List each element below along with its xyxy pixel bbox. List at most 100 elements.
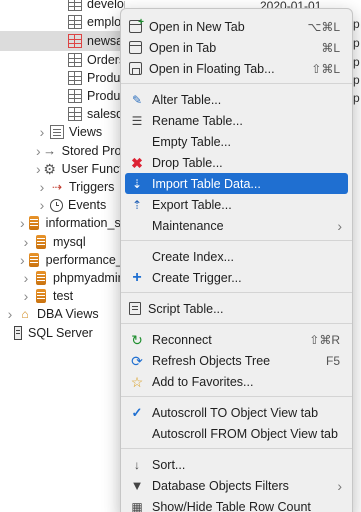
- menu-item-autoscroll-from-object-view-tab[interactable]: Autoscroll FROM Object View tab: [125, 423, 348, 444]
- menu-item-reconnect[interactable]: ↻ Reconnect ⇧⌘R: [125, 329, 348, 350]
- tree-item[interactable]: Product: [0, 68, 125, 88]
- chevron-right-icon[interactable]: ›: [20, 286, 32, 306]
- menu-item-import-table-data[interactable]: ⇣ Import Table Data...: [125, 173, 348, 194]
- rename-table-icon: ☰: [131, 113, 143, 128]
- tree-item[interactable]: SQL Server: [0, 323, 125, 343]
- submenu-chevron-icon: ›: [337, 217, 342, 234]
- chevron-right-icon[interactable]: ›: [20, 232, 32, 252]
- menu-item-sort[interactable]: ↓ Sort...: [125, 454, 348, 475]
- menu-item-open-in-floating-tab[interactable]: Open in Floating Tab... ⇧⌘L: [125, 58, 348, 79]
- clock-icon: [50, 198, 63, 212]
- chevron-right-icon[interactable]: ›: [20, 268, 32, 288]
- chevron-right-icon[interactable]: ›: [36, 177, 48, 197]
- tree-item[interactable]: › Views: [0, 122, 125, 142]
- tree-item[interactable]: salesda: [0, 104, 125, 124]
- menu-item-open-in-tab[interactable]: Open in Tab ⌘L: [125, 37, 348, 58]
- tree-item[interactable]: › information_sc: [0, 213, 125, 233]
- menu-item-label: Import Table Data...: [152, 176, 261, 191]
- tab-icon: [129, 41, 142, 54]
- database-icon: [28, 253, 39, 267]
- menu-item-empty-table[interactable]: Empty Table...: [125, 131, 348, 152]
- chevron-right-icon[interactable]: ›: [20, 250, 25, 270]
- chevron-right-icon[interactable]: ›: [20, 213, 25, 233]
- menu-item-rename-table[interactable]: ☰ Rename Table...: [125, 110, 348, 131]
- grid-cell: p: [353, 73, 360, 87]
- tree-item[interactable]: employe: [0, 12, 125, 32]
- table-icon: [68, 71, 82, 85]
- menu-item-label: Autoscroll TO Object View tab: [152, 405, 319, 420]
- table-icon: [68, 15, 82, 29]
- tree-item[interactable]: Product: [0, 86, 125, 106]
- table-icon: [68, 89, 82, 103]
- tree-item-label: SQL Server: [28, 326, 93, 340]
- menu-shortcut: F5: [325, 353, 340, 368]
- menu-item-label: Drop Table...: [152, 155, 223, 170]
- tree-item[interactable]: › mysql: [0, 232, 125, 252]
- import-icon: ⇣: [131, 176, 143, 191]
- menu-item-refresh-objects-tree[interactable]: ⟳ Refresh Objects Tree F5: [125, 350, 348, 371]
- tree-item[interactable]: Orders: [0, 50, 125, 70]
- menu-separator: [121, 83, 352, 84]
- row-count-icon: ▦: [131, 499, 143, 512]
- database-icon: [36, 271, 46, 285]
- tree-item[interactable]: › test: [0, 286, 125, 306]
- menu-separator: [121, 323, 352, 324]
- menu-item-label: Show/Hide Table Row Count: [152, 499, 311, 512]
- tree-item-label: Triggers: [69, 180, 115, 194]
- tree-item[interactable]: › performance_s: [0, 250, 125, 270]
- menu-item-export-table[interactable]: ⇡ Export Table...: [125, 194, 348, 215]
- chevron-right-icon[interactable]: ›: [4, 304, 16, 324]
- menu-item-add-to-favorites[interactable]: ☆ Add to Favorites...: [125, 371, 348, 392]
- tree-item[interactable]: › → Stored Proc: [0, 141, 125, 161]
- menu-item-drop-table[interactable]: ✖ Drop Table...: [125, 152, 348, 173]
- tree-item-label: mysql: [53, 235, 86, 249]
- refresh-icon: ⟳: [131, 352, 143, 369]
- drop-x-icon: ✖: [131, 154, 143, 171]
- checkmark-icon: ✓: [131, 404, 143, 420]
- menu-item-label: Open in New Tab: [149, 19, 245, 34]
- chevron-right-icon[interactable]: ›: [36, 159, 41, 179]
- tree-item-label: test: [53, 289, 74, 303]
- export-icon: ⇡: [131, 197, 143, 212]
- menu-separator: [121, 448, 352, 449]
- menu-item-autoscroll-to-object-view-tab[interactable]: ✓ Autoscroll TO Object View tab: [125, 402, 348, 423]
- menu-item-script-table[interactable]: Script Table...: [125, 298, 348, 319]
- tree-item[interactable]: newsale: [0, 31, 125, 51]
- grid-cell: p: [353, 55, 360, 69]
- menu-item-label: Empty Table...: [152, 134, 231, 149]
- submenu-chevron-icon: ›: [337, 477, 342, 494]
- menu-item-database-objects-filters[interactable]: ▼ Database Objects Filters ›: [125, 475, 348, 496]
- menu-item-label: Create Trigger...: [152, 270, 242, 285]
- tree-item-label: Stored Proc: [61, 144, 125, 158]
- menu-item-maintenance[interactable]: Maintenance ›: [125, 215, 348, 236]
- tree-item[interactable]: › ⚙ User Functi: [0, 159, 125, 179]
- menu-item-alter-table[interactable]: ✎ Alter Table...: [125, 89, 348, 110]
- function-gear-icon: ⚙: [43, 161, 56, 177]
- menu-item-label: Sort...: [152, 457, 186, 472]
- menu-item-label: Autoscroll FROM Object View tab: [152, 426, 338, 441]
- tree-item[interactable]: › ⇢ Triggers: [0, 177, 125, 197]
- tree-item[interactable]: › ⌂ DBA Views: [0, 304, 125, 324]
- menu-item-create-trigger[interactable]: + Create Trigger...: [125, 267, 348, 288]
- chevron-right-icon[interactable]: ›: [36, 195, 48, 215]
- menu-shortcut: ⇧⌘R: [309, 332, 340, 347]
- menu-item-label: Maintenance: [152, 218, 224, 233]
- menu-item-label: Open in Tab: [149, 40, 217, 55]
- grid-cell: p: [353, 36, 360, 50]
- menu-item-label: Database Objects Filters: [152, 478, 289, 493]
- chevron-right-icon[interactable]: ›: [36, 141, 41, 161]
- menu-shortcut: ⇧⌘L: [311, 61, 340, 76]
- menu-item-show-hide-table-row-count[interactable]: ▦ Show/Hide Table Row Count: [125, 496, 348, 512]
- menu-item-label: Add to Favorites...: [152, 374, 254, 389]
- tree-item-label: developers: [87, 0, 125, 11]
- grid-cell: p: [353, 17, 360, 31]
- menu-shortcut: ⌥⌘L: [307, 19, 340, 34]
- menu-item-open-in-new-tab[interactable]: Open in New Tab ⌥⌘L: [125, 15, 348, 37]
- chevron-right-icon[interactable]: ›: [36, 122, 48, 142]
- menu-item-create-index[interactable]: Create Index...: [125, 246, 348, 267]
- tree-item[interactable]: › phpmyadmin: [0, 268, 125, 288]
- table-icon: [68, 107, 82, 121]
- menu-item-label: Rename Table...: [152, 113, 243, 128]
- menu-icon-blank: [129, 134, 145, 150]
- tree-item[interactable]: › Events: [0, 195, 125, 215]
